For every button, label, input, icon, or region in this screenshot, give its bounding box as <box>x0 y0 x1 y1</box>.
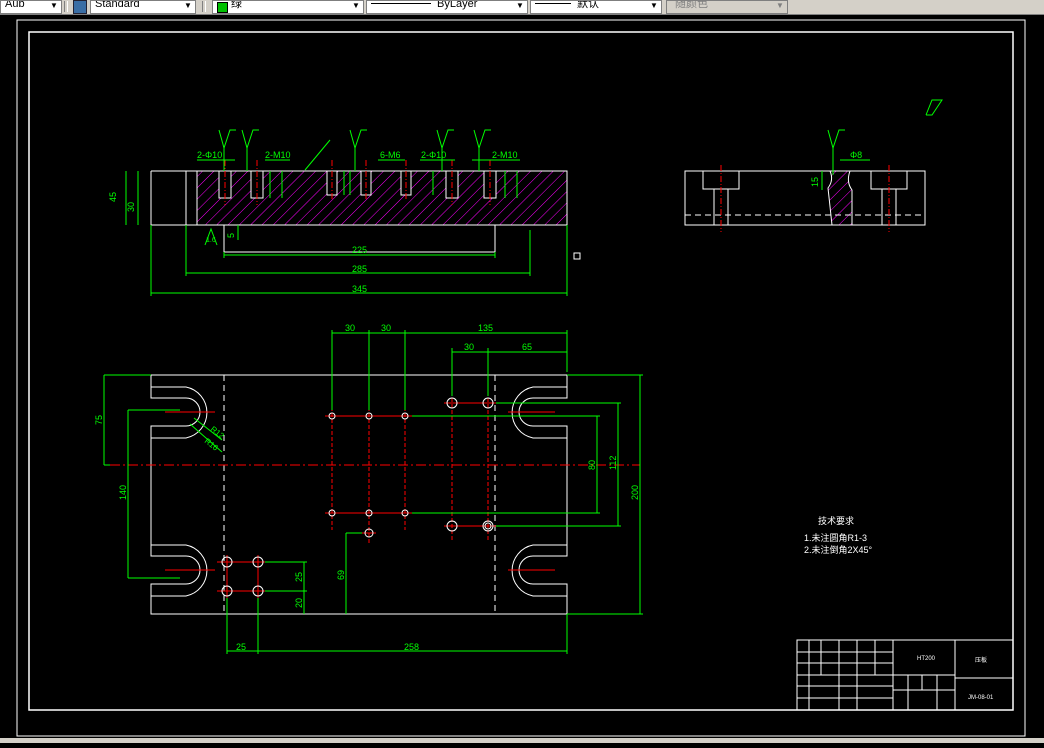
text-style-value: Standard <box>95 0 140 10</box>
dim-258: 258 <box>404 642 419 652</box>
dim-65: 65 <box>522 342 532 352</box>
toolbar-separator <box>64 1 68 12</box>
linetype-value: ByLayer <box>437 0 478 10</box>
chevron-down-icon[interactable]: ▼ <box>351 1 361 12</box>
title-material: HT200 <box>917 656 936 662</box>
plan-view: 30 30 135 30 65 75 140 80 112 200 25 20 … <box>94 323 643 654</box>
chevron-down-icon[interactable]: ▼ <box>49 1 59 12</box>
dim-135: 135 <box>478 323 493 333</box>
dim-80: 80 <box>587 460 597 470</box>
dim-25-a: 25 <box>294 572 304 582</box>
status-bar <box>0 738 1044 743</box>
linetype-combo[interactable]: ByLayer ▼ <box>366 0 528 14</box>
notes-line-1: 1.未注圆角R1-3 <box>804 532 867 543</box>
dim-15: 15 <box>810 177 820 187</box>
dim-45: 45 <box>108 192 118 202</box>
text-style-combo[interactable]: Standard ▼ <box>90 0 196 14</box>
plotstyle-combo: 随颜色 ▼ <box>666 0 788 14</box>
hole-label-1: 2-Φ10 <box>197 150 222 160</box>
dim-200: 200 <box>630 485 640 500</box>
outer-frame <box>16 19 1026 737</box>
dim-285: 285 <box>352 264 367 274</box>
properties-toolbar: Aub ▼ Standard ▼ 绿 ▼ ByLayer ▼ 默认 ▼ 随颜色 … <box>0 0 1044 15</box>
dim-69: 69 <box>336 570 346 580</box>
chevron-down-icon[interactable]: ▼ <box>649 1 659 12</box>
section-view: 45 30 225 285 345 5 1.6 2-Φ10 2-M10 6-M6… <box>108 129 581 296</box>
inner-frame <box>28 31 1014 711</box>
hole-label-5: 2-M10 <box>492 150 518 160</box>
layer-combo[interactable]: Aub ▼ <box>0 0 62 14</box>
dim-225: 225 <box>352 245 367 255</box>
dim-140: 140 <box>118 485 128 500</box>
dim-30-b: 30 <box>381 323 391 333</box>
hole-label-4: 2-Φ10 <box>421 150 446 160</box>
chevron-down-icon: ▼ <box>776 1 784 10</box>
dim-112: 112 <box>608 456 618 470</box>
lineweight-sample <box>535 3 571 4</box>
roughness-1-6: 1.6 <box>206 237 216 244</box>
plotstyle-value: 随颜色 <box>675 0 708 10</box>
linetype-sample <box>371 3 431 4</box>
dim-30-c: 30 <box>464 342 474 352</box>
dim-30: 30 <box>126 202 136 212</box>
dim-75: 75 <box>94 415 104 425</box>
layer-combo-value: Aub <box>5 0 25 10</box>
dim-30-a: 30 <box>345 323 355 333</box>
toolbar-separator <box>202 1 206 12</box>
dim-345: 345 <box>352 284 367 294</box>
chevron-down-icon[interactable]: ▼ <box>515 1 525 12</box>
dim-phi8: Φ8 <box>850 150 862 160</box>
title-name: 压板 <box>975 656 987 664</box>
dim-20: 20 <box>294 598 304 608</box>
color-value: 绿 <box>231 0 242 10</box>
cad-drawing: 45 30 225 285 345 5 1.6 2-Φ10 2-M10 6-M6… <box>16 19 1026 737</box>
title-code: JM-08-01 <box>968 695 994 701</box>
lineweight-combo[interactable]: 默认 ▼ <box>530 0 662 14</box>
dim-r16: R16 <box>203 436 221 452</box>
notes-title: 技术要求 <box>818 515 854 526</box>
drawing-canvas[interactable]: 45 30 225 285 345 5 1.6 2-Φ10 2-M10 6-M6… <box>0 15 1044 743</box>
lineweight-value: 默认 <box>577 0 599 10</box>
color-swatch <box>217 2 228 13</box>
dim-25-b: 25 <box>236 642 246 652</box>
grip-marker <box>573 252 581 260</box>
notes-line-2: 2.未注倒角2X45° <box>804 544 873 555</box>
text-style-icon[interactable] <box>73 0 87 14</box>
color-combo[interactable]: 绿 ▼ <box>212 0 364 14</box>
hole-label-3: 6-M6 <box>380 150 401 160</box>
side-view: Φ8 15 <box>684 99 943 232</box>
technical-notes: 技术要求 1.未注圆角R1-3 2.未注倒角2X45° <box>804 515 873 555</box>
hole-label-2: 2-M10 <box>265 150 291 160</box>
dim-5: 5 <box>226 233 236 238</box>
chevron-down-icon[interactable]: ▼ <box>183 1 193 12</box>
